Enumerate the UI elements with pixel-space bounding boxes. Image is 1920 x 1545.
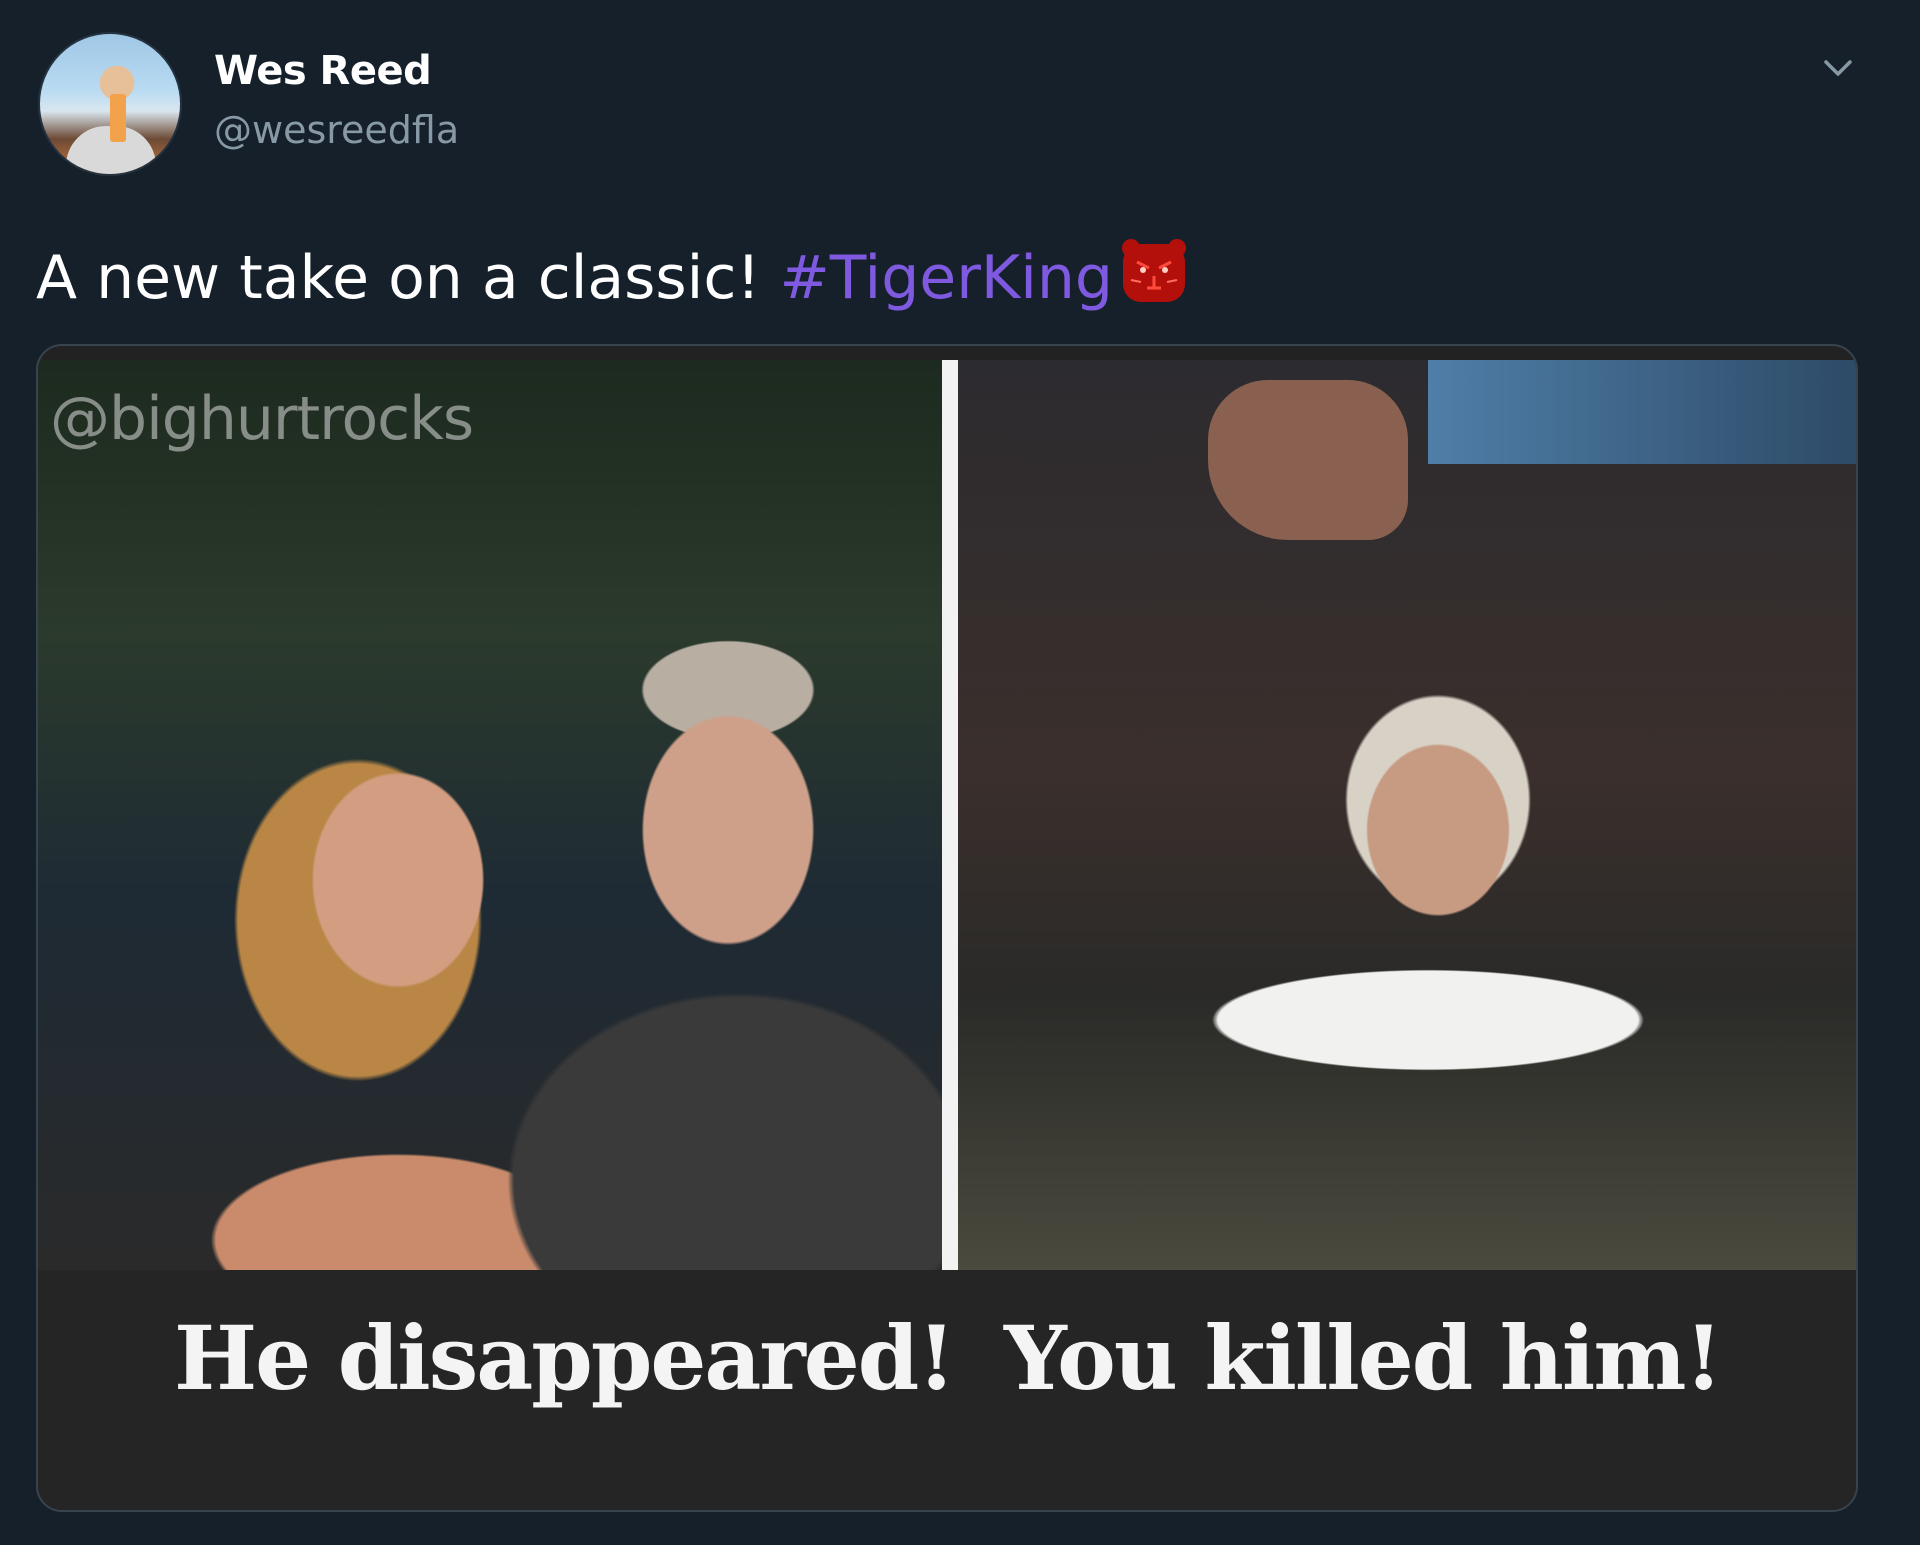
caption-left: He disappeared! — [174, 1306, 956, 1410]
hashtag-link[interactable]: #TigerKing — [779, 243, 1113, 313]
watermark: @bighurtrocks — [50, 384, 474, 454]
meme-left-panel: @bighurtrocks — [38, 360, 942, 1270]
meme-right-panel — [958, 360, 1856, 1270]
tweet-body: A new take on a classic! — [36, 243, 780, 313]
tweet: Wes Reed @wesreedfla A new take on a cla… — [0, 0, 1920, 1545]
panel-divider — [942, 360, 958, 1270]
hand — [1208, 380, 1408, 540]
user-handle[interactable]: @wesreedfla — [214, 108, 459, 152]
avatar-glass — [110, 94, 126, 142]
caption-right: You killed him! — [1004, 1306, 1723, 1410]
window — [1428, 360, 1856, 464]
display-name[interactable]: Wes Reed — [214, 48, 432, 94]
chevron-down-icon[interactable] — [1818, 48, 1858, 88]
tiger-face-icon — [1122, 239, 1187, 302]
media-image[interactable]: @bighurtrocks He disappeared! You killed… — [36, 344, 1858, 1512]
tweet-text: A new take on a classic! #TigerKing — [36, 234, 1191, 316]
avatar[interactable] — [38, 32, 182, 176]
